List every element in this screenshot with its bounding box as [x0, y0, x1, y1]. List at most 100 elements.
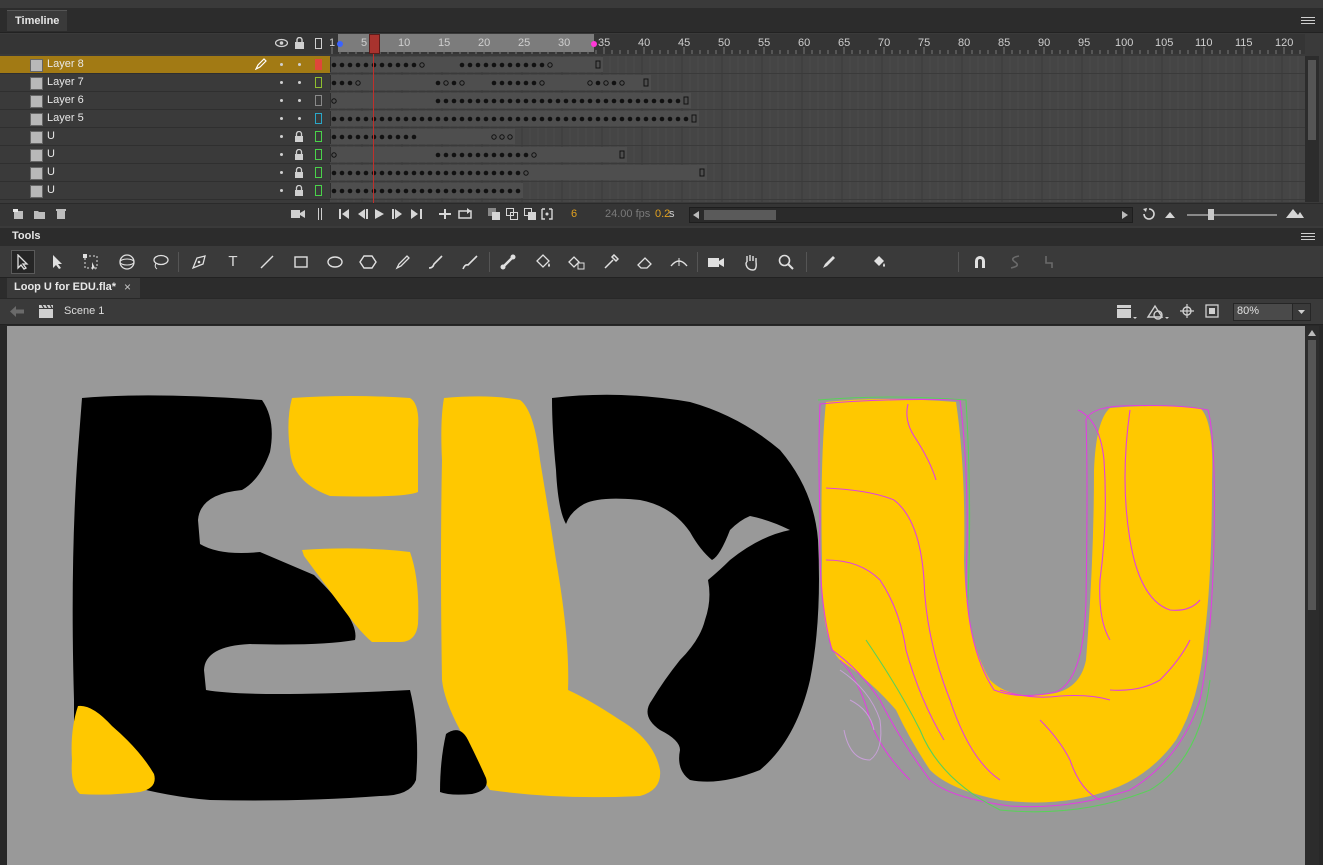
keyframe[interactable]	[395, 170, 401, 176]
outline-color-toggle[interactable]	[315, 59, 322, 70]
keyframe[interactable]	[347, 116, 353, 122]
blank-keyframe[interactable]	[331, 98, 337, 104]
keyframe[interactable]	[539, 62, 545, 68]
layer-name[interactable]: U	[47, 166, 55, 178]
keyframe[interactable]	[395, 134, 401, 140]
keyframe[interactable]	[571, 116, 577, 122]
keyframe[interactable]	[595, 116, 601, 122]
keyframe[interactable]	[483, 170, 489, 176]
edit-multiple-frames-icon[interactable]	[524, 208, 536, 220]
lock-all-icon[interactable]	[294, 37, 305, 49]
layer-row[interactable]: Layer 5	[0, 110, 330, 128]
back-arrow-icon[interactable]	[10, 306, 24, 317]
keyframe[interactable]	[507, 80, 513, 86]
keyframe[interactable]	[507, 116, 513, 122]
keyframe[interactable]	[355, 116, 361, 122]
keyframe[interactable]	[331, 170, 337, 176]
keyframe[interactable]	[563, 98, 569, 104]
blank-keyframe[interactable]	[355, 80, 361, 86]
layer-name[interactable]: U	[47, 184, 55, 196]
zoom-tool[interactable]	[775, 251, 797, 273]
go-to-first-frame-icon[interactable]	[339, 209, 350, 219]
keyframe[interactable]	[403, 170, 409, 176]
outline-color-toggle[interactable]	[315, 95, 322, 106]
snap-to-objects-button[interactable]	[969, 251, 991, 273]
end-frame[interactable]	[691, 114, 697, 123]
scroll-thumb[interactable]	[1308, 60, 1316, 140]
keyframe[interactable]	[475, 170, 481, 176]
layer-name[interactable]: Layer 8	[47, 58, 84, 70]
keyframe[interactable]	[331, 134, 337, 140]
keyframe[interactable]	[339, 80, 345, 86]
frames-grid[interactable]	[330, 56, 1305, 202]
keyframe[interactable]	[531, 80, 537, 86]
new-folder-icon[interactable]	[33, 209, 46, 220]
keyframe[interactable]	[531, 116, 537, 122]
keyframe[interactable]	[675, 98, 681, 104]
zoom-select[interactable]: 80%	[1233, 303, 1311, 321]
keyframe[interactable]	[595, 80, 601, 86]
stroke-color-tool[interactable]	[818, 251, 840, 273]
keyframe[interactable]	[347, 188, 353, 194]
layer-name[interactable]: Layer 7	[47, 76, 84, 88]
scene-name[interactable]: Scene 1	[64, 305, 104, 317]
frame-row[interactable]	[330, 56, 1305, 74]
step-forward-icon[interactable]	[392, 209, 403, 219]
layer-name[interactable]: Layer 6	[47, 94, 84, 106]
document-tab[interactable]: Loop U for EDU.fla* ×	[7, 278, 140, 298]
keyframe[interactable]	[451, 98, 457, 104]
keyframe[interactable]	[387, 170, 393, 176]
scroll-left-icon[interactable]	[693, 211, 699, 219]
keyframe[interactable]	[523, 62, 529, 68]
keyframe[interactable]	[627, 98, 633, 104]
keyframe[interactable]	[491, 170, 497, 176]
lock-icon[interactable]	[294, 185, 304, 196]
subselection-tool[interactable]	[47, 251, 69, 273]
keyframe[interactable]	[387, 62, 393, 68]
keyframe[interactable]	[443, 188, 449, 194]
pencil-tool[interactable]	[392, 251, 414, 273]
loop-end-marker[interactable]	[590, 40, 598, 48]
frame-row[interactable]	[330, 182, 1305, 200]
outline-all-icon[interactable]	[315, 38, 322, 49]
layer-row[interactable]: Layer 6	[0, 92, 330, 110]
blank-keyframe[interactable]	[443, 80, 449, 86]
keyframe[interactable]	[331, 80, 337, 86]
keyframe[interactable]	[619, 116, 625, 122]
layer-row[interactable]: Layer 8	[0, 56, 330, 74]
keyframe[interactable]	[467, 188, 473, 194]
keyframe[interactable]	[531, 62, 537, 68]
keyframe[interactable]	[627, 116, 633, 122]
keyframe[interactable]	[619, 98, 625, 104]
keyframe[interactable]	[339, 134, 345, 140]
keyframe[interactable]	[451, 170, 457, 176]
lock-icon[interactable]	[294, 149, 304, 160]
tools-menu-icon[interactable]	[1301, 233, 1315, 243]
keyframe[interactable]	[467, 116, 473, 122]
keyframe[interactable]	[355, 134, 361, 140]
keyframe[interactable]	[579, 98, 585, 104]
text-tool[interactable]: T	[222, 251, 244, 273]
keyframe[interactable]	[483, 152, 489, 158]
keyframe[interactable]	[683, 116, 689, 122]
keyframe[interactable]	[355, 188, 361, 194]
keyframe[interactable]	[539, 98, 545, 104]
keyframe[interactable]	[363, 170, 369, 176]
keyframe[interactable]	[403, 134, 409, 140]
outline-color-toggle[interactable]	[315, 149, 322, 160]
keyframe[interactable]	[459, 116, 465, 122]
keyframe[interactable]	[395, 62, 401, 68]
edit-scene-icon[interactable]	[1116, 304, 1138, 320]
horizontal-scrollbar[interactable]	[689, 207, 1133, 223]
keyframe[interactable]	[411, 188, 417, 194]
blank-keyframe[interactable]	[491, 134, 497, 140]
keyframe[interactable]	[499, 98, 505, 104]
keyframe[interactable]	[603, 98, 609, 104]
keyframe[interactable]	[395, 116, 401, 122]
keyframe[interactable]	[515, 80, 521, 86]
keyframe[interactable]	[587, 98, 593, 104]
blank-keyframe[interactable]	[531, 152, 537, 158]
keyframe[interactable]	[491, 62, 497, 68]
delete-layer-icon[interactable]	[55, 208, 67, 220]
keyframe[interactable]	[523, 116, 529, 122]
